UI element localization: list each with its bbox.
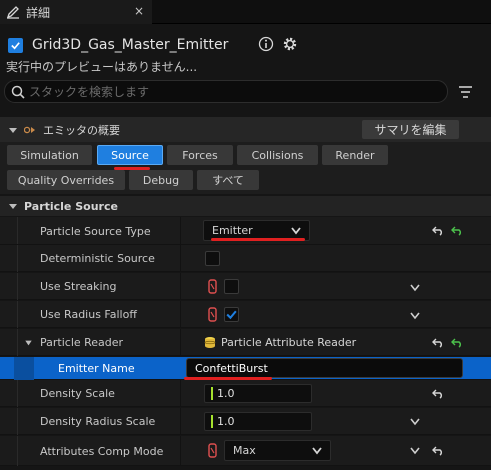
stack-search[interactable] [4,80,448,103]
search-icon [11,85,25,99]
undo-icon[interactable] [432,338,444,348]
section-label: Particle Source [24,199,118,213]
emitter-name-input[interactable]: ConfettiBurst [186,358,463,378]
chevron-down-icon [291,227,301,235]
data-interface-icon [204,337,216,348]
property-label: Particle Source Type [40,224,151,238]
close-icon[interactable]: × [134,4,144,18]
filter-debug-button[interactable]: Debug [129,170,193,190]
emitter-title: Grid3D_Gas_Master_Emitter [32,37,229,53]
undo-icon[interactable] [432,389,444,399]
chevron-down-icon [9,127,17,133]
chevron-down-icon[interactable] [410,284,420,292]
category-label: エミッタの概要 [43,123,120,137]
property-label: Density Radius Scale [40,415,156,428]
property-label: Use Streaking [40,280,117,293]
density-radius-scale-input[interactable]: 1.0 [204,412,312,431]
edit-summary-button[interactable]: サマリを編集 [362,120,459,139]
chevron-down-icon[interactable] [24,339,33,347]
property-row-deterministic-source: Deterministic Source [0,245,491,272]
input-value: 1.0 [217,415,235,428]
filter-render-button[interactable]: Render [322,145,388,165]
emitter-header: Grid3D_Gas_Master_Emitter [8,35,228,55]
filter-all-button[interactable]: すべて [197,170,259,190]
property-label: Use Radius Falloff [40,308,137,321]
attributes-comp-mode-dropdown[interactable]: Max [224,440,331,461]
section-particle-source[interactable]: Particle Source [0,196,491,216]
annotation-underline-source-type [211,238,305,241]
filter-source-button[interactable]: Source [97,145,163,165]
use-streaking-checkbox[interactable] [224,279,239,294]
filter-simulation-button[interactable]: Simulation [7,145,92,165]
chevron-down-icon[interactable] [410,447,420,455]
property-label: Deterministic Source [40,252,155,265]
property-label: Density Scale [40,387,115,400]
dynamic-input-icon[interactable] [208,443,217,458]
reset-to-default-icon[interactable] [451,226,463,236]
property-label: Attributes Comp Mode [40,444,164,458]
chevron-down-icon[interactable] [410,418,420,426]
chevron-down-icon [312,447,322,455]
annotation-underline-source [114,167,150,170]
property-label: Emitter Name [58,362,135,375]
dropdown-value: Max [233,444,256,457]
chevron-down-icon[interactable] [410,312,420,320]
input-value: ConfettiBurst [195,361,268,375]
filter-icon[interactable] [458,85,473,99]
filter-quality-overrides-button[interactable]: Quality Overrides [7,170,125,190]
dynamic-input-icon[interactable] [208,279,217,294]
gear-icon[interactable] [281,35,299,53]
use-radius-falloff-checkbox[interactable] [224,307,239,322]
particle-reader-value: Particle Attribute Reader [221,336,357,349]
pencil-icon [6,5,20,19]
checkmark-icon [226,310,237,320]
filter-collisions-button[interactable]: Collisions [237,145,318,165]
dropdown-value: Emitter [212,224,253,237]
tab-details[interactable]: 詳細 × [0,0,152,24]
reset-to-default-icon[interactable] [451,338,463,348]
preview-status: 実行中のプレビューはありません... [6,60,198,74]
dynamic-input-icon[interactable] [208,307,217,322]
tab-bar: 詳細 × [0,0,491,24]
hierarchy-icon [24,126,35,133]
undo-icon[interactable] [432,446,444,456]
property-label: Particle Reader [40,336,124,349]
deterministic-source-checkbox[interactable] [205,251,220,266]
input-value: 1.0 [217,387,235,400]
density-scale-input[interactable]: 1.0 [204,384,312,403]
tab-title: 詳細 [26,5,51,20]
chevron-down-icon [9,204,17,209]
info-icon[interactable] [258,36,274,52]
filter-forces-button[interactable]: Forces [167,145,233,165]
undo-icon[interactable] [432,226,444,236]
search-input[interactable] [29,84,429,99]
emitter-enabled-checkbox[interactable] [8,37,23,53]
